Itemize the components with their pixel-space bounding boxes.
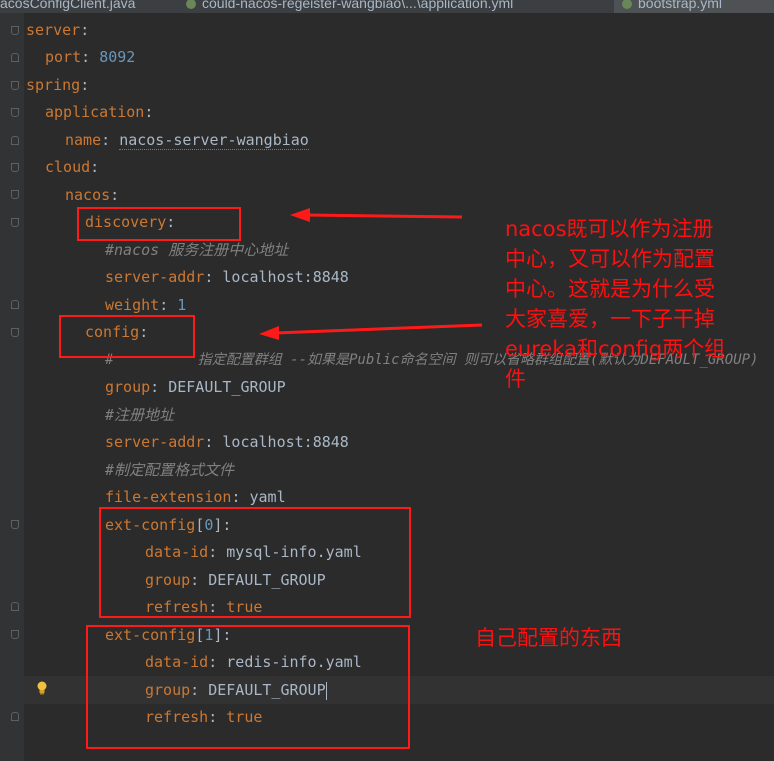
- note-line: nacos既可以作为注册: [505, 217, 714, 241]
- note-line: 大家喜爱，一下子干掉: [505, 307, 715, 331]
- arrow-to-discovery: [305, 213, 463, 219]
- annotation-note-nacos: nacos既可以作为注册 中心，又可以作为配置 中心。这就是为什么受 大家喜爱，…: [505, 214, 774, 394]
- annotation-note-own-config: 自己配置的东西: [475, 626, 622, 650]
- note-line: 件: [505, 367, 526, 391]
- note-line: 中心，又可以作为配置: [505, 247, 715, 271]
- arrowhead: [290, 208, 310, 222]
- arrowhead: [259, 326, 279, 340]
- note-line: 中心。这就是为什么受: [505, 277, 715, 301]
- arrow-to-config: [274, 323, 483, 335]
- note-line: eureka和config两个组: [505, 337, 726, 361]
